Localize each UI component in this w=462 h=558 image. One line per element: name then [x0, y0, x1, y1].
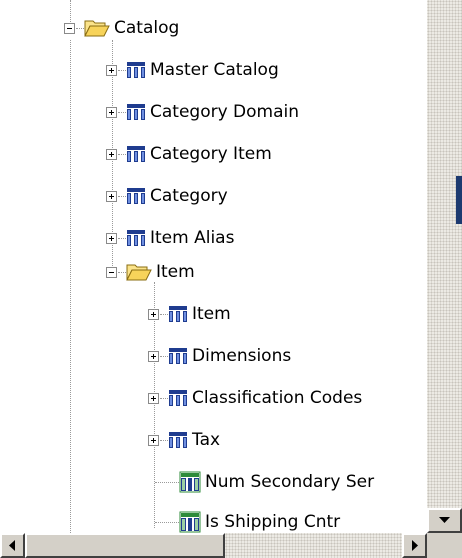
expand-icon[interactable]	[148, 308, 159, 320]
table-icon	[127, 104, 145, 120]
scrollbar-corner	[427, 533, 462, 558]
tree-node-category-domain[interactable]: Category Domain	[106, 95, 299, 129]
tree-node-label: Category Item	[150, 144, 272, 164]
tree-node-item-table[interactable]: Item	[148, 297, 231, 331]
tree-node-label: Num Secondary Ser	[205, 472, 375, 492]
tree-line	[70, 40, 71, 533]
tree-node-catalog[interactable]: Catalog	[64, 11, 179, 45]
tree-node-label: Item	[192, 304, 231, 324]
expand-icon[interactable]	[106, 106, 117, 118]
scroll-left-icon	[9, 540, 15, 551]
tree-node-item-alias[interactable]: Item Alias	[106, 221, 234, 255]
tree-node-label: Category	[150, 186, 228, 206]
horizontal-scrollbar[interactable]	[0, 533, 427, 558]
vertical-scrollbar[interactable]	[427, 0, 462, 533]
table-icon	[169, 348, 187, 364]
tree-node-label: Is Shipping Cntr	[205, 512, 341, 532]
tree-view[interactable]: Catalog Master Catalog Category Domain C…	[0, 0, 427, 533]
expand-icon[interactable]	[106, 232, 117, 244]
tree-node-category-item[interactable]: Category Item	[106, 137, 272, 171]
tree-node-label: Tax	[192, 430, 221, 450]
scroll-track[interactable]	[427, 0, 462, 533]
column-icon	[179, 511, 201, 533]
table-icon	[127, 230, 145, 246]
table-icon	[127, 62, 145, 78]
scroll-down-icon	[439, 517, 450, 523]
tree-node-tax[interactable]: Tax	[148, 423, 220, 457]
tree-node-dimensions[interactable]: Dimensions	[148, 339, 291, 373]
splitter-edge	[456, 176, 462, 224]
tree-node-master-catalog[interactable]: Master Catalog	[106, 53, 279, 87]
tree-node-item-folder[interactable]: Item	[106, 255, 195, 289]
tree-node-is-shipping-cntr[interactable]: Is Shipping Cntr	[155, 505, 340, 533]
scroll-left-button[interactable]	[0, 533, 25, 558]
tree-node-category[interactable]: Category	[106, 179, 228, 213]
tree-node-num-secondary-ser[interactable]: Num Secondary Ser	[155, 465, 374, 499]
table-icon	[169, 432, 187, 448]
collapse-icon[interactable]	[64, 22, 75, 34]
expand-icon[interactable]	[106, 148, 117, 160]
expand-icon[interactable]	[106, 190, 117, 202]
table-icon	[169, 390, 187, 406]
table-icon	[127, 146, 145, 162]
tree-node-label: Dimensions	[192, 346, 292, 366]
folder-open-icon	[126, 264, 152, 281]
tree-node-classification-codes[interactable]: Classification Codes	[148, 381, 362, 415]
expand-icon[interactable]	[148, 392, 159, 404]
table-icon	[127, 188, 145, 204]
tree-node-label: Classification Codes	[192, 388, 363, 408]
tree-node-label: Master Catalog	[150, 60, 279, 80]
scroll-down-button[interactable]	[427, 508, 462, 533]
column-icon	[179, 471, 201, 493]
scroll-right-icon	[412, 540, 418, 551]
tree-node-label: Item	[156, 262, 195, 282]
tree-node-label: Catalog	[114, 18, 180, 38]
expand-icon[interactable]	[106, 64, 117, 76]
scroll-right-button[interactable]	[402, 533, 427, 558]
expand-icon[interactable]	[148, 350, 159, 362]
folder-open-icon	[84, 20, 110, 37]
expand-icon[interactable]	[148, 434, 159, 446]
tree-node-label: Category Domain	[150, 102, 300, 122]
table-icon	[169, 306, 187, 322]
scroll-thumb[interactable]	[25, 533, 225, 558]
tree-node-label: Item Alias	[150, 228, 235, 248]
collapse-icon[interactable]	[106, 266, 117, 278]
